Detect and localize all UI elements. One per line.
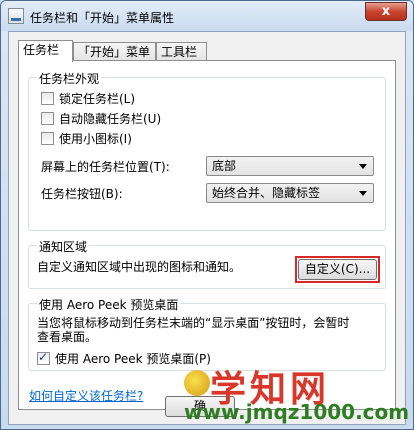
lock-taskbar-checkbox[interactable]: [41, 91, 54, 105]
aero-peek-group-title: 使用 Aero Peek 预览桌面: [37, 296, 181, 313]
taskbar-position-label: 屏幕上的任务栏位置(T):: [41, 160, 170, 174]
small-icons-label: 使用小图标(I): [59, 131, 132, 146]
appearance-group-title: 任务栏外观: [37, 70, 102, 87]
aero-peek-checkbox[interactable]: [37, 350, 50, 365]
tab-taskbar[interactable]: 任务栏: [18, 40, 73, 62]
title-bar[interactable]: 任务栏和「开始」菜单属性 x: [1, 1, 413, 31]
tab-toolbars[interactable]: 工具栏: [156, 42, 207, 61]
autohide-taskbar-checkbox[interactable]: [41, 111, 54, 125]
customize-notifications-button[interactable]: 自定义(C)...: [298, 259, 377, 280]
taskbar-buttons-label: 任务栏按钮(B):: [41, 187, 123, 201]
autohide-taskbar-label: 自动隐藏任务栏(U): [59, 111, 162, 126]
site-watermark: 学知网 www.jmqz1000.com: [184, 364, 409, 426]
notification-description: 自定义通知区域中出现的图标和通知。: [37, 260, 242, 274]
chevron-down-icon: [359, 164, 367, 169]
taskbar-app-icon: [8, 8, 24, 24]
watermark-logo-icon: [184, 370, 210, 396]
properties-window: 任务栏和「开始」菜单属性 x 任务栏 「开始」菜单 工具栏 任务栏外观 锁定任务…: [0, 0, 414, 430]
customize-taskbar-help-link[interactable]: 如何自定义该任务栏?: [29, 387, 143, 404]
taskbar-buttons-select[interactable]: 始终合并、隐藏标签: [206, 183, 374, 203]
aero-peek-group: 使用 Aero Peek 预览桌面 当您将鼠标移动到任务栏末端的“显示桌面”按钮…: [28, 296, 386, 371]
autohide-taskbar-option[interactable]: 自动隐藏任务栏(U): [41, 110, 161, 126]
window-title: 任务栏和「开始」菜单属性: [30, 11, 175, 25]
watermark-url: www.jmqz1000.com: [184, 400, 410, 424]
close-button[interactable]: x: [365, 2, 407, 21]
appearance-group: 任务栏外观 锁定任务栏(L) 自动隐藏任务栏(U) 使用小图标(I) 屏幕上的任…: [28, 70, 386, 231]
lock-taskbar-label: 锁定任务栏(L): [59, 91, 136, 106]
tab-taskbar-label: 任务栏: [23, 43, 60, 57]
notification-group: 通知区域 自定义通知区域中出现的图标和通知。 自定义(C)...: [28, 238, 386, 289]
taskbar-position-value: 底部: [212, 159, 237, 173]
tab-start-menu[interactable]: 「开始」菜单: [73, 42, 156, 61]
taskbar-tab-panel: 任务栏外观 锁定任务栏(L) 自动隐藏任务栏(U) 使用小图标(I) 屏幕上的任…: [18, 60, 396, 410]
small-icons-checkbox[interactable]: [41, 131, 54, 145]
taskbar-buttons-value: 始终合并、隐藏标签: [212, 186, 321, 200]
taskbar-position-select[interactable]: 底部: [206, 156, 374, 176]
tab-start-menu-label: 「开始」菜单: [78, 45, 151, 59]
notification-group-title: 通知区域: [37, 238, 90, 255]
tab-toolbars-label: 工具栏: [161, 45, 198, 59]
small-icons-option[interactable]: 使用小图标(I): [41, 130, 132, 146]
aero-peek-description-line2: 查看桌面。: [37, 330, 98, 344]
chevron-down-icon: [359, 191, 367, 196]
lock-taskbar-option[interactable]: 锁定任务栏(L): [41, 90, 135, 106]
